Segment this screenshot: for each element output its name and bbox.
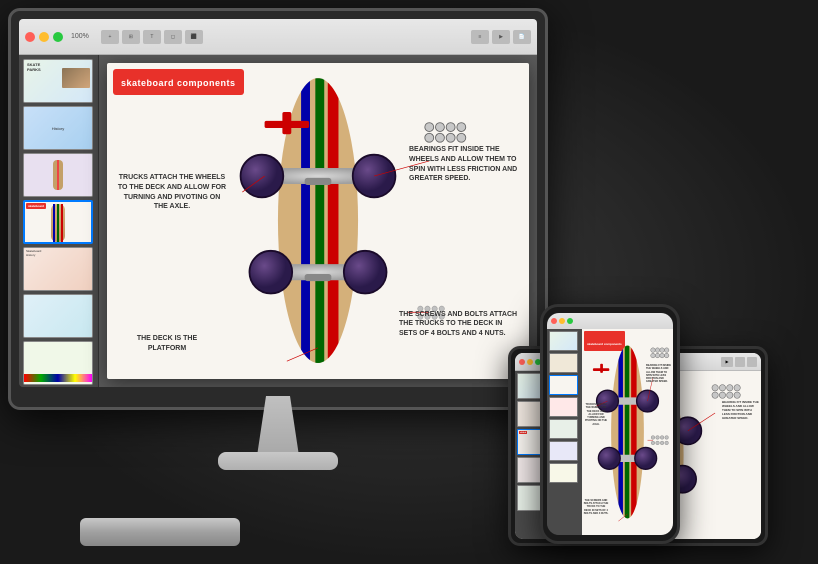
toolbar-controls: + ⊞ T ◻ ⬛ [101,30,203,44]
phone-slide-2[interactable] [549,353,578,373]
mac-mini [80,518,240,546]
slide-canvas: skateboard components [107,63,529,379]
table-button[interactable]: ⊞ [122,30,140,44]
minimize-button[interactable] [39,32,49,42]
phone-annotation-trucks: TRUCKS ATTACH THE WHEELS TO THE DECK AND… [583,403,609,426]
phone-slide-1[interactable] [549,331,578,351]
animate-button[interactable]: ▶ [492,30,510,44]
tablet-close-btn[interactable] [519,359,525,365]
phone-annotation-screws: THE SCREWS AND BOLTS ATTACH THE TRUCK TO… [583,499,609,515]
annotation-screws: THE SCREWS AND BOLTS ATTACH THE TRUCKS T… [399,310,519,339]
slide-thumb-4-active[interactable]: skateboard [23,200,93,244]
annotation-bearings: BEARINGS FIT INSIDE THE WHEELS AND ALLOW… [409,145,519,184]
annotation-deck: THE DECK IS THE PLATFORM [117,334,217,354]
keynote-app: 100% + ⊞ T ◻ ⬛ ≡ ▶ 📄 [19,19,537,387]
phone-slide-6[interactable] [549,441,578,461]
slide-title-box: skateboard components [113,69,244,95]
slide-thumb-7[interactable] [23,341,93,385]
phone-slide-7[interactable] [549,463,578,483]
shape-button[interactable]: ◻ [164,30,182,44]
phone-canvas: skateboard components [582,329,673,535]
keynote-toolbar: 100% + ⊞ T ◻ ⬛ ≡ ▶ 📄 [19,19,537,55]
tablet-icon-btn-1[interactable] [735,357,745,367]
phone-maximize-btn[interactable] [567,318,573,324]
phone-slide-5[interactable] [549,419,578,439]
toolbar-right: ≡ ▶ 📄 [471,30,531,44]
insert-button[interactable]: + [101,30,119,44]
slide-thumb-5[interactable]: SkateboardHistory [23,247,93,291]
scene: 100% + ⊞ T ◻ ⬛ ≡ ▶ 📄 [0,0,818,564]
slide-title: skateboard components [121,78,236,88]
maximize-button[interactable] [53,32,63,42]
tablet-minimize-btn[interactable] [527,359,533,365]
canvas-overlay-svg [107,63,529,379]
phone-close-btn[interactable] [551,318,557,324]
phone-minimize-btn[interactable] [559,318,565,324]
monitor-screen: 100% + ⊞ T ◻ ⬛ ≡ ▶ 📄 [19,19,537,387]
document-button[interactable]: 📄 [513,30,531,44]
monitor: 100% + ⊞ T ◻ ⬛ ≡ ▶ 📄 [8,8,548,498]
phone-slide-panel[interactable] [547,329,582,535]
format-button[interactable]: ≡ [471,30,489,44]
text-button[interactable]: T [143,30,161,44]
tablet-icon-btn-2[interactable] [747,357,757,367]
keynote-main: SKATEPARKS History [19,55,537,387]
tablet-toolbar-right: ▶ [721,357,757,367]
main-canvas: skateboard components [99,55,537,387]
monitor-body: 100% + ⊞ T ◻ ⬛ ≡ ▶ 📄 [8,8,548,410]
slide-thumb-2[interactable]: History [23,106,93,150]
close-button[interactable] [25,32,35,42]
slide-thumb-1[interactable]: SKATEPARKS [23,59,93,103]
media-button[interactable]: ⬛ [185,30,203,44]
phone-annotation-bearings: BEARING FIT INSIDE THE WHEELS AND ALLOW … [646,364,672,384]
monitor-base [218,452,338,470]
phone-slide-4[interactable] [549,397,578,417]
phone-main: skateboard components [547,329,673,535]
tablet-play-btn[interactable]: ▶ [721,357,733,367]
slide-thumb-3[interactable] [23,153,93,197]
annotation-trucks: TRUCKS ATTACH THE WHEELS TO THE DECK AND… [117,173,227,212]
tablet-annotation-bearings: BEARING FIT INSIDE THE WHEELS AND ALLOW … [722,401,760,420]
phone-screen: skateboard components [547,313,673,535]
slide-thumb-6[interactable] [23,294,93,338]
slide-panel[interactable]: SKATEPARKS History [19,55,99,387]
zoom-level: 100% [71,33,89,40]
phone-slide-3-active[interactable] [549,375,578,395]
phone-toolbar [547,313,673,329]
phone: skateboard components [540,304,680,544]
